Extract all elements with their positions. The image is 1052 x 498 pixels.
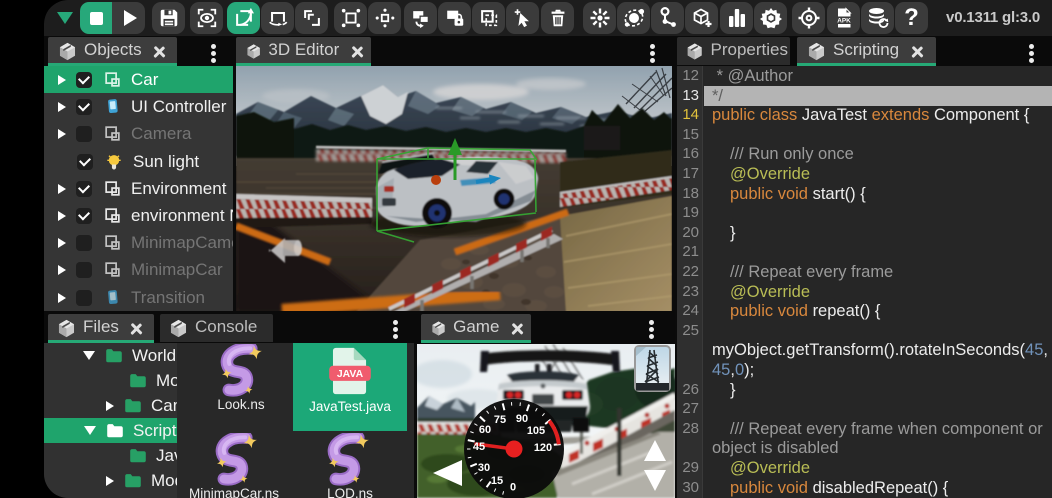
svg-text:75: 75 [494, 414, 506, 426]
svg-text:15: 15 [491, 475, 503, 487]
svg-text:90: 90 [516, 413, 528, 425]
svg-text:105: 105 [527, 425, 545, 437]
svg-text:60: 60 [479, 424, 491, 436]
svg-text:0: 0 [510, 482, 516, 494]
svg-text:120: 120 [534, 442, 552, 454]
svg-text:30: 30 [478, 462, 490, 474]
svg-text:45: 45 [473, 441, 485, 453]
